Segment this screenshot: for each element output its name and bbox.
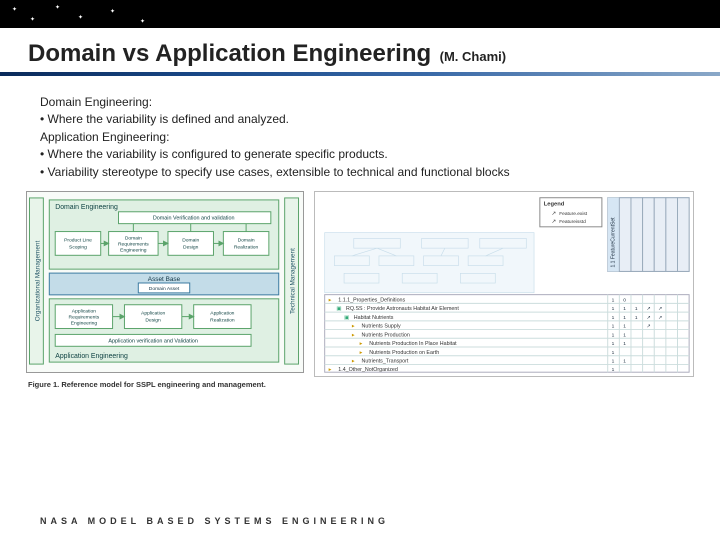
svg-text:Product Line: Product Line <box>64 237 92 243</box>
svg-text:Featureisstd: Featureisstd <box>559 219 586 225</box>
svg-text:Design: Design <box>145 318 161 324</box>
figure-left-caption: Figure 1. Reference model for SSPL engin… <box>26 378 304 389</box>
svg-text:1: 1 <box>612 350 615 356</box>
svg-text:▸: ▸ <box>352 324 355 330</box>
svg-text:Application verification and V: Application verification and Validation <box>108 338 197 344</box>
svg-text:1: 1 <box>612 306 615 312</box>
svg-text:Organizational Management: Organizational Management <box>34 241 41 322</box>
svg-text:0: 0 <box>623 297 626 303</box>
svg-text:Engineering: Engineering <box>71 320 98 326</box>
title-block: Domain vs Application Engineering (M. Ch… <box>0 28 720 76</box>
svg-text:↗: ↗ <box>551 211 555 217</box>
sec1-label: Domain Engineering: <box>40 94 680 111</box>
footer-text: NASA MODEL BASED SYSTEMS ENGINEERING <box>40 516 389 526</box>
svg-text:1: 1 <box>635 306 638 312</box>
svg-text:1: 1 <box>623 306 626 312</box>
svg-text:1: 1 <box>623 332 626 338</box>
svg-text:▸: ▸ <box>360 341 363 347</box>
svg-text:1: 1 <box>612 315 615 321</box>
svg-text:↗: ↗ <box>646 307 650 312</box>
svg-text:↗: ↗ <box>551 219 555 225</box>
svg-text:Nutrients Production In Place: Nutrients Production In Place Habitat <box>369 341 457 347</box>
svg-text:1: 1 <box>623 315 626 321</box>
svg-text:▸: ▸ <box>352 358 355 364</box>
svg-text:↗: ↗ <box>646 316 650 321</box>
svg-text:1: 1 <box>623 358 626 364</box>
svg-text:1.4_Other_NotOrganized: 1.4_Other_NotOrganized <box>338 367 398 373</box>
svg-text:▸: ▸ <box>360 350 363 356</box>
svg-text:RQ.SS : Provide Astronauts Hab: RQ.SS : Provide Astronauts Habitat Air E… <box>346 306 459 312</box>
svg-text:Domain: Domain <box>182 237 199 243</box>
svg-text:1: 1 <box>612 358 615 364</box>
svg-text:▸: ▸ <box>329 367 332 373</box>
svg-text:Feature.exist: Feature.exist <box>559 211 588 217</box>
svg-text:Domain Verification and valida: Domain Verification and validation <box>153 216 235 222</box>
figure-right: Legend ↗ Feature.exist ↗ Featureisstd 1.… <box>314 191 694 377</box>
svg-text:↗: ↗ <box>658 316 662 321</box>
svg-text:Engineering: Engineering <box>120 247 147 253</box>
sec1-bullet-1: • Where the variability is defined and a… <box>40 111 680 128</box>
sec2-label: Application Engineering: <box>40 129 680 146</box>
svg-text:1: 1 <box>635 315 638 321</box>
sec2-bullet-2: • Variability stereotype to specify use … <box>40 164 680 181</box>
svg-text:1: 1 <box>612 324 615 330</box>
svg-text:Requirements: Requirements <box>118 241 149 247</box>
svg-text:Domain Engineering: Domain Engineering <box>55 204 118 211</box>
svg-text:▸: ▸ <box>352 332 355 338</box>
svg-text:Requirements: Requirements <box>69 315 100 321</box>
top-bar: ✦ ✦ ✦ ✦ ✦ ✦ <box>0 0 720 28</box>
svg-text:Realization: Realization <box>234 244 259 250</box>
svg-text:Application: Application <box>141 311 165 317</box>
svg-text:▣: ▣ <box>344 315 349 321</box>
svg-text:Asset Base: Asset Base <box>148 276 181 283</box>
svg-text:Technical Management: Technical Management <box>290 248 297 314</box>
svg-text:Domain: Domain <box>238 237 255 243</box>
feature-matrix-diagram: Legend ↗ Feature.exist ↗ Featureisstd 1.… <box>315 192 693 376</box>
svg-text:Legend: Legend <box>544 201 565 207</box>
svg-text:Application Engineering: Application Engineering <box>55 353 128 360</box>
svg-text:1: 1 <box>612 367 615 373</box>
figure-row: Organizational Management Technical Mana… <box>0 181 720 389</box>
svg-text:▣: ▣ <box>336 306 341 312</box>
svg-text:1: 1 <box>612 332 615 338</box>
svg-text:↗: ↗ <box>658 307 662 312</box>
svg-text:Design: Design <box>183 244 199 250</box>
svg-text:1.1.1_Properties_Definitions: 1.1.1_Properties_Definitions <box>338 297 405 303</box>
svg-text:Nutrients_Transport: Nutrients_Transport <box>362 358 409 364</box>
svg-text:Habitat Nutrients: Habitat Nutrients <box>354 315 394 321</box>
svg-text:1.1 FeatureCurrentSet: 1.1 FeatureCurrentSet <box>610 217 616 268</box>
svg-text:1: 1 <box>612 297 615 303</box>
svg-text:Scoping: Scoping <box>69 244 87 250</box>
svg-text:1: 1 <box>612 341 615 347</box>
svg-text:Nutrients Supply: Nutrients Supply <box>362 324 401 330</box>
svg-text:1: 1 <box>623 341 626 347</box>
svg-text:Realization: Realization <box>210 318 235 324</box>
svg-text:Nutrients Production: Nutrients Production <box>362 332 410 338</box>
slide-title: Domain vs Application Engineering <box>28 40 431 67</box>
sec2-bullet-1: • Where the variability is configured to… <box>40 146 680 163</box>
svg-text:Application: Application <box>210 311 234 317</box>
svg-text:1: 1 <box>623 324 626 330</box>
svg-text:Nutrients Production on Earth: Nutrients Production on Earth <box>369 350 439 356</box>
attribution: (M. Chami) <box>440 49 506 64</box>
svg-text:Application: Application <box>72 309 96 315</box>
body-text: Domain Engineering: • Where the variabil… <box>0 76 720 181</box>
reference-model-diagram: Organizational Management Technical Mana… <box>26 191 304 373</box>
figure-left: Organizational Management Technical Mana… <box>26 191 304 389</box>
svg-text:Domain: Domain <box>125 235 142 241</box>
svg-text:▸: ▸ <box>329 297 332 303</box>
svg-text:Domain Asset: Domain Asset <box>149 286 180 292</box>
svg-text:↗: ↗ <box>646 325 650 330</box>
